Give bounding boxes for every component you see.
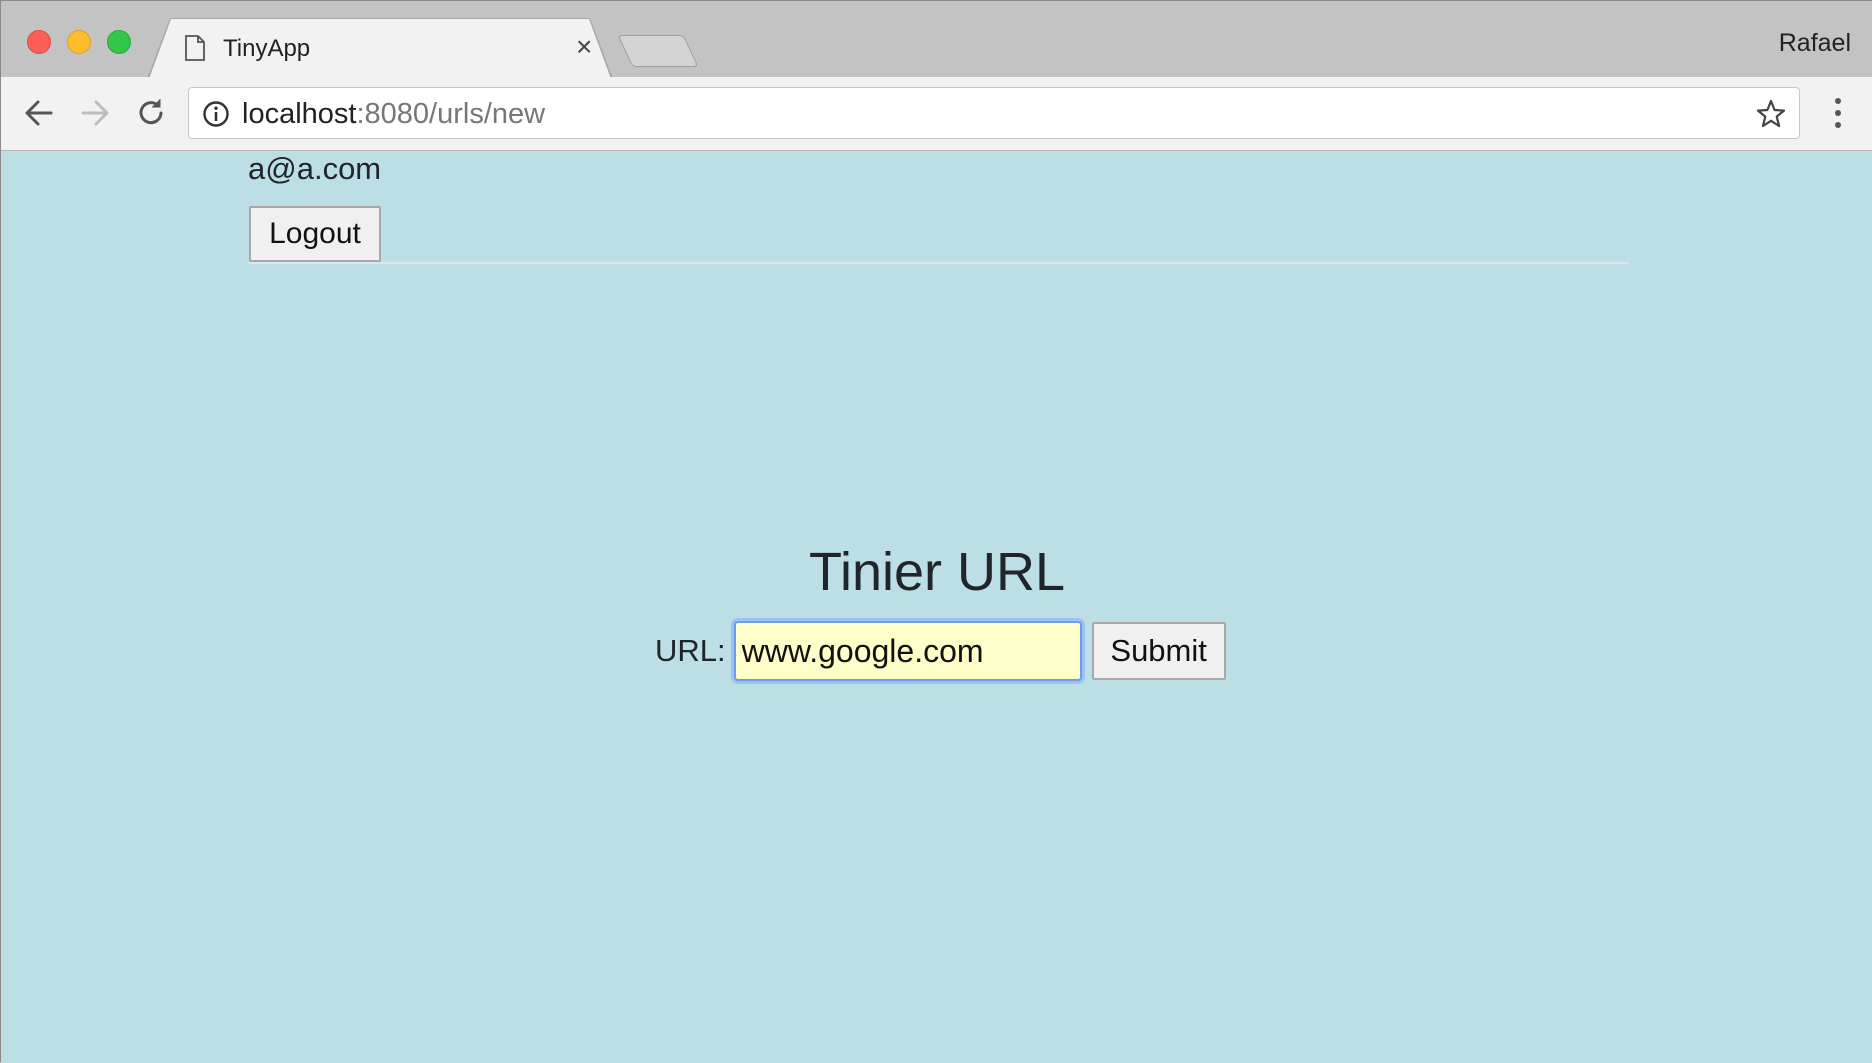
url-label: URL: bbox=[655, 633, 726, 668]
page-icon bbox=[185, 35, 205, 61]
address-bar[interactable]: localhost:8080/urls/new bbox=[188, 87, 1800, 139]
tab-tinyapp[interactable] bbox=[149, 19, 611, 79]
star-icon[interactable] bbox=[1755, 98, 1787, 130]
profile-name[interactable]: Rafael bbox=[1779, 29, 1851, 58]
close-tab-icon[interactable]: × bbox=[576, 33, 592, 61]
page-title: Tinier URL bbox=[808, 542, 1066, 602]
url-path: :8080/urls/new bbox=[356, 98, 546, 130]
reload-icon[interactable] bbox=[133, 95, 169, 131]
arrow-left-icon[interactable] bbox=[21, 95, 57, 131]
user-email: a@a.com bbox=[248, 151, 382, 186]
page-content: a@a.com Logout Tinier URL URL: Submit bbox=[1, 151, 1872, 1063]
browser-toolbar: localhost:8080/urls/new bbox=[1, 77, 1872, 151]
new-tab-button[interactable] bbox=[617, 35, 699, 67]
header-divider bbox=[249, 262, 1629, 264]
url-text[interactable]: localhost:8080/urls/new bbox=[242, 98, 545, 131]
submit-button[interactable]: Submit bbox=[1091, 622, 1226, 680]
close-window-button[interactable] bbox=[27, 30, 51, 54]
arrow-right-icon[interactable] bbox=[77, 95, 113, 131]
kebab-menu-icon[interactable] bbox=[1833, 95, 1843, 131]
tab-strip: TinyApp × Rafael bbox=[1, 1, 1872, 79]
minimize-window-button[interactable] bbox=[67, 30, 91, 54]
long-url-input[interactable] bbox=[733, 621, 1082, 681]
maximize-window-button[interactable] bbox=[107, 30, 131, 54]
browser-window: TinyApp × Rafael localhost:8080/urls/new bbox=[0, 0, 1872, 1063]
info-icon[interactable] bbox=[202, 100, 230, 128]
new-url-form: URL: Submit bbox=[655, 621, 1226, 681]
tab-title: TinyApp bbox=[223, 35, 311, 62]
url-host: localhost bbox=[242, 98, 357, 130]
logout-button[interactable]: Logout bbox=[249, 206, 381, 262]
